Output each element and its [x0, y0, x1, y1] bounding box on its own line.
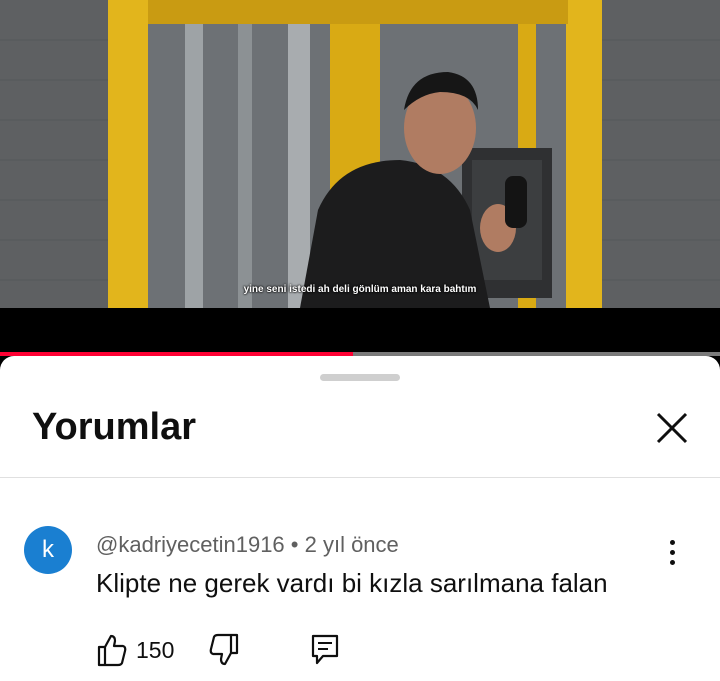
avatar-letter: k	[42, 536, 54, 563]
video-player[interactable]: yine seni istedi ah deli gönlüm aman kar…	[0, 0, 720, 308]
divider	[0, 477, 720, 478]
more-vert-icon	[669, 539, 675, 545]
drag-handle[interactable]	[320, 374, 400, 381]
video-subtitle: yine seni istedi ah deli gönlüm aman kar…	[243, 284, 477, 295]
close-icon	[656, 412, 688, 444]
like-button[interactable]	[96, 632, 128, 668]
more-vert-dot	[669, 559, 675, 565]
meta-separator: •	[284, 532, 305, 557]
comment-author[interactable]: @kadriyecetin1916	[96, 532, 285, 557]
thumb-down-icon	[209, 633, 239, 666]
more-vert-dot	[669, 549, 675, 555]
comment-meta: @kadriyecetin1916 • 2 yıl önce	[96, 532, 399, 558]
avatar[interactable]: k	[24, 526, 72, 574]
reply-button[interactable]	[310, 632, 340, 668]
video-frame	[0, 0, 720, 308]
comments-title: Yorumlar	[32, 406, 197, 448]
more-options-button[interactable]	[658, 532, 686, 572]
dislike-button[interactable]	[208, 632, 240, 668]
thumb-up-icon	[97, 634, 127, 667]
comment-text: Klipte ne gerek vardı bi kızla sarılmana…	[96, 568, 608, 598]
close-button[interactable]	[650, 406, 694, 450]
player-bottom-bar	[0, 308, 720, 356]
comments-sheet: Yorumlar k @kadriyecetin1916 • 2 yıl önc…	[0, 356, 720, 681]
like-count: 150	[136, 637, 175, 663]
comment-time: 2 yıl önce	[304, 532, 399, 557]
reply-icon	[311, 634, 339, 665]
